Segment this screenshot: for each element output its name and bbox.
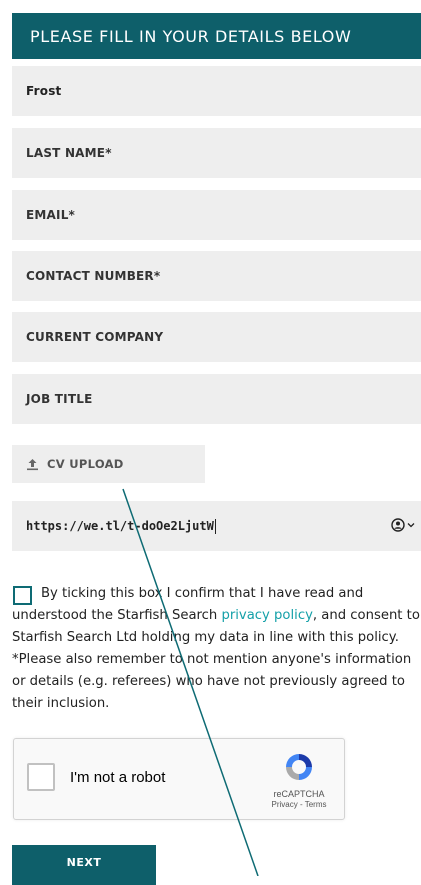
upload-icon — [27, 458, 38, 470]
consent-line-2-end: , and consent to — [312, 608, 420, 623]
contact-card-icon — [391, 518, 405, 532]
consent-text: By ticking this box I confirm that I hav… — [12, 583, 421, 715]
consent-line-5: or details (e.g. referees) who have not … — [12, 674, 405, 689]
recaptcha-brand: reCAPTCHA — [273, 789, 325, 799]
last-name-placeholder: LAST NAME* — [26, 146, 112, 160]
url-input[interactable]: https://we.tl/t-doOe2LjutW — [12, 501, 421, 551]
recaptcha-widget: I'm not a robot reCAPTCHA Privacy - Term… — [13, 738, 345, 820]
job-title-placeholder: JOB TITLE — [26, 392, 93, 406]
recaptcha-privacy-terms[interactable]: Privacy - Terms — [264, 800, 334, 809]
next-button[interactable]: NEXT — [12, 845, 156, 885]
next-label: NEXT — [66, 855, 102, 869]
recaptcha-icon — [286, 754, 312, 780]
first-name-field[interactable]: Frost — [12, 66, 421, 116]
consent-line-2: understood the Starfish Search privacy p… — [12, 605, 421, 627]
consent-line-6: their inclusion. — [12, 696, 110, 711]
url-value: https://we.tl/t-doOe2LjutW — [26, 519, 214, 533]
current-company-field[interactable]: CURRENT COMPANY — [12, 312, 421, 362]
first-name-value: Frost — [26, 84, 62, 98]
email-placeholder: EMAIL* — [26, 208, 76, 222]
chevron-down-icon — [407, 523, 415, 528]
form-header: PLEASE FILL IN YOUR DETAILS BELOW — [12, 13, 421, 59]
autofill-button[interactable] — [391, 518, 415, 532]
current-company-placeholder: CURRENT COMPANY — [26, 330, 164, 344]
email-field[interactable]: EMAIL* — [12, 190, 421, 240]
cv-upload-label: CV UPLOAD — [47, 457, 124, 471]
privacy-policy-link[interactable]: privacy policy — [221, 608, 312, 623]
job-title-field[interactable]: JOB TITLE — [12, 374, 421, 424]
text-caret — [214, 518, 216, 534]
recaptcha-checkbox[interactable] — [27, 763, 55, 791]
consent-line-2-start: understood the Starfish Search — [12, 608, 222, 623]
contact-number-field[interactable]: CONTACT NUMBER* — [12, 251, 421, 301]
recaptcha-logo: reCAPTCHA Privacy - Terms — [264, 751, 334, 809]
recaptcha-label: I'm not a robot — [70, 769, 166, 786]
last-name-field[interactable]: LAST NAME* — [12, 128, 421, 178]
consent-line-3: Starfish Search Ltd holding my data in l… — [12, 630, 399, 645]
contact-number-placeholder: CONTACT NUMBER* — [26, 269, 161, 283]
header-title: PLEASE FILL IN YOUR DETAILS BELOW — [30, 26, 352, 46]
consent-line-4: *Please also remember to not mention any… — [12, 652, 412, 667]
cv-upload-button[interactable]: CV UPLOAD — [12, 445, 205, 483]
consent-line-1: By ticking this box I confirm that I hav… — [41, 586, 364, 601]
